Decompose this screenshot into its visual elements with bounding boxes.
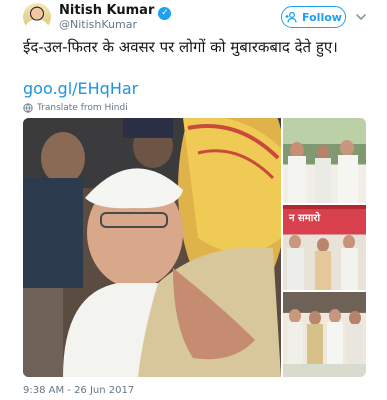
photo-side-2-illustration [283,205,366,290]
follow-button[interactable]: Follow [281,6,346,28]
tweet-text: ईद-उल-फितर के अवसर पर लोगों को मुबारकबाद… [23,38,338,56]
add-user-icon [285,11,297,23]
tweet-link[interactable]: goo.gl/EHqHar [23,79,138,98]
photo-side-1[interactable] [283,118,366,203]
tweet-card: Nitish Kumar ✓ @NitishKumar Follow ईद-उल-… [0,0,387,400]
photo-side-1-illustration [283,118,366,203]
media-grid: न समारो [23,118,366,377]
avatar[interactable] [23,3,51,31]
chevron-down-icon[interactable] [354,10,368,24]
photo-side-2[interactable]: न समारो [283,205,366,290]
photo-main-illustration [23,118,281,377]
globe-icon [23,103,33,113]
verified-badge-icon: ✓ [158,7,172,20]
tweet-timestamp[interactable]: 9:38 AM - 26 Jun 2017 [23,385,134,396]
follow-button-label: Follow [302,10,342,24]
translate-label: Translate from Hindi [37,103,128,113]
translate-link[interactable]: Translate from Hindi [23,103,128,113]
user-handle[interactable]: @NitishKumar [59,18,137,31]
photo-side-3[interactable] [283,292,366,377]
photo-side-3-illustration [283,292,366,377]
user-name-text[interactable]: Nitish Kumar [59,3,154,18]
photo-main[interactable] [23,118,281,377]
